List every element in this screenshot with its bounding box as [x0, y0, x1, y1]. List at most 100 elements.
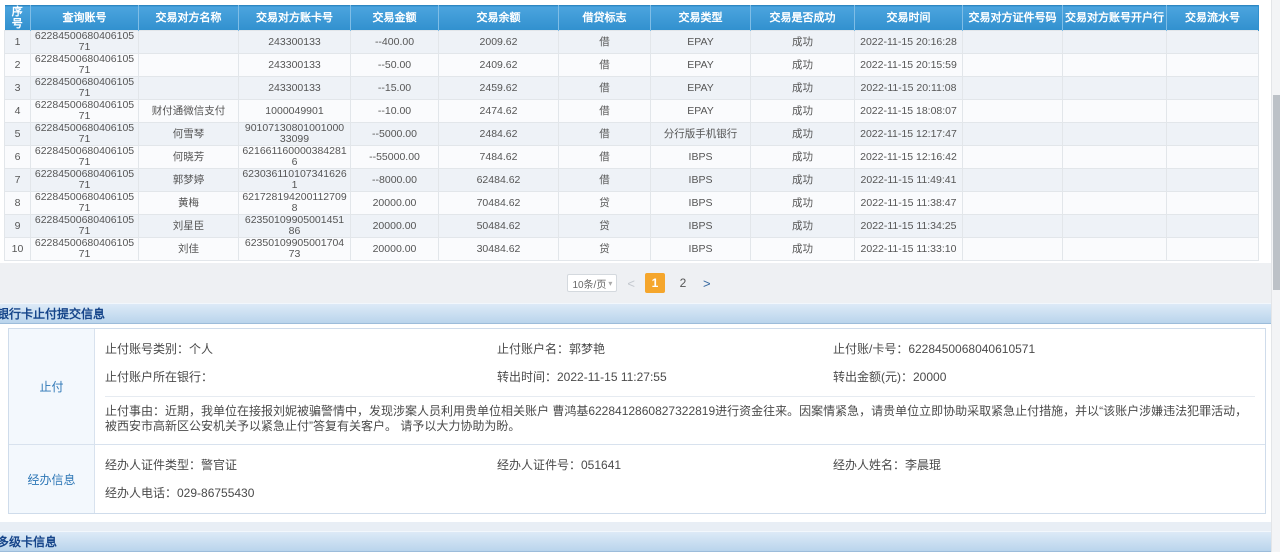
column-header: 交易类型 [651, 6, 751, 31]
table-row[interactable]: 16228450068040610571243300133--400.00200… [5, 31, 1259, 54]
table-cell: 贷 [559, 192, 651, 215]
group-label-stop-payment: 止付 [9, 329, 95, 444]
table-cell: 9 [5, 215, 31, 238]
multi-card-section-bar: 多级卡信息 [0, 531, 1280, 552]
table-cell: 黄梅 [139, 192, 239, 215]
pagination: 10条/页 ▾ < 1 2 > [0, 263, 1280, 303]
table-cell: 6228450068040610571 [31, 54, 139, 77]
table-cell: 7484.62 [439, 146, 559, 169]
table-cell: 2022-11-15 11:38:47 [855, 192, 963, 215]
table-cell [963, 146, 1063, 169]
column-header: 交易金额 [351, 6, 439, 31]
table-row[interactable]: 86228450068040610571黄梅621728194200112709… [5, 192, 1259, 215]
table-cell: 1 [5, 31, 31, 54]
column-header: 交易对方账号开户行 [1063, 6, 1167, 31]
column-header: 查询账号 [31, 6, 139, 31]
field-account-name: 止付账户名：郭梦艳 [497, 340, 833, 357]
table-cell: 2484.62 [439, 123, 559, 146]
table-cell: 243300133 [239, 31, 351, 54]
table-cell: 2022-11-15 20:11:08 [855, 77, 963, 100]
page-button-2[interactable]: 2 [673, 273, 693, 293]
table-row[interactable]: 26228450068040610571243300133--50.002409… [5, 54, 1259, 77]
section-divider [0, 522, 1280, 531]
table-cell: 4 [5, 100, 31, 123]
table-cell: 8 [5, 192, 31, 215]
table-cell: 何雪琴 [139, 123, 239, 146]
table-cell: 6228450068040610571 [31, 146, 139, 169]
table-cell: 2022-11-15 20:16:28 [855, 31, 963, 54]
table-cell: 2022-11-15 18:08:07 [855, 100, 963, 123]
page-size-select[interactable]: 10条/页 ▾ [567, 274, 617, 292]
table-cell [1167, 215, 1259, 238]
table-cell [1167, 31, 1259, 54]
table-cell: 成功 [751, 54, 855, 77]
table-cell: 2022-11-15 11:33:10 [855, 238, 963, 261]
table-cell: 2009.62 [439, 31, 559, 54]
table-cell [1063, 169, 1167, 192]
table-row[interactable]: 36228450068040610571243300133--15.002459… [5, 77, 1259, 100]
table-cell: 借 [559, 169, 651, 192]
table-cell [963, 192, 1063, 215]
table-cell: 借 [559, 146, 651, 169]
column-header: 交易时间 [855, 6, 963, 31]
field-transfer-time: 转出时间：2022-11-15 11:27:55 [497, 368, 833, 385]
page-button-1[interactable]: 1 [645, 273, 665, 293]
table-cell: 财付通微信支付 [139, 100, 239, 123]
stop-payment-section-bar: 银行卡止付提交信息 [0, 303, 1280, 324]
table-cell [1167, 238, 1259, 261]
table-cell [1167, 192, 1259, 215]
table-cell: 借 [559, 31, 651, 54]
table-cell: 借 [559, 77, 651, 100]
table-cell: 成功 [751, 77, 855, 100]
table-cell: 243300133 [239, 54, 351, 77]
table-row[interactable]: 46228450068040610571财付通微信支付1000049901--1… [5, 100, 1259, 123]
table-cell: IBPS [651, 215, 751, 238]
vertical-scrollbar[interactable] [1271, 0, 1280, 552]
table-cell [1167, 146, 1259, 169]
table-cell: IBPS [651, 169, 751, 192]
table-cell [1167, 123, 1259, 146]
table-cell [1063, 215, 1167, 238]
stop-payment-section-title: 银行卡止付提交信息 [0, 305, 105, 322]
table-row[interactable]: 96228450068040610571刘星臣62350109905001451… [5, 215, 1259, 238]
table-cell [139, 54, 239, 77]
table-cell: 刘佳 [139, 238, 239, 261]
table-cell: 借 [559, 100, 651, 123]
transactions-table: 序号查询账号交易对方名称交易对方账卡号交易金额交易余额借贷标志交易类型交易是否成… [4, 5, 1259, 261]
table-cell: 20000.00 [351, 238, 439, 261]
prev-page-button[interactable]: < [625, 276, 637, 291]
table-row[interactable]: 106228450068040610571刘佳62350109905001704… [5, 238, 1259, 261]
field-bank: 止付账户所在银行： [105, 368, 497, 385]
table-cell [963, 169, 1063, 192]
column-header: 交易对方证件号码 [963, 6, 1063, 31]
table-cell [1063, 100, 1167, 123]
table-cell [963, 123, 1063, 146]
next-page-button[interactable]: > [701, 276, 713, 291]
field-card-no: 止付账/卡号：6228450068040610571 [833, 340, 1255, 357]
table-cell [139, 77, 239, 100]
table-row[interactable]: 56228450068040610571何雪琴90107130801001000… [5, 123, 1259, 146]
table-cell [1167, 100, 1259, 123]
table-row[interactable]: 76228450068040610571郭梦婷62303611010734162… [5, 169, 1259, 192]
table-cell: 6228450068040610571 [31, 192, 139, 215]
table-cell: 借 [559, 123, 651, 146]
table-cell [139, 31, 239, 54]
table-cell: 贷 [559, 238, 651, 261]
table-cell: 何晓芳 [139, 146, 239, 169]
table-cell: IBPS [651, 146, 751, 169]
scrollbar-thumb[interactable] [1273, 95, 1280, 290]
table-cell: 2022-11-15 20:15:59 [855, 54, 963, 77]
column-header: 交易流水号 [1167, 6, 1259, 31]
table-row[interactable]: 66228450068040610571何晓芳62166116000038428… [5, 146, 1259, 169]
table-cell: 成功 [751, 100, 855, 123]
table-cell [1063, 77, 1167, 100]
table-cell: --8000.00 [351, 169, 439, 192]
table-cell: --55000.00 [351, 146, 439, 169]
table-cell: --5000.00 [351, 123, 439, 146]
table-cell: 6228450068040610571 [31, 123, 139, 146]
table-cell [963, 77, 1063, 100]
table-cell: 成功 [751, 146, 855, 169]
table-cell: 成功 [751, 31, 855, 54]
table-cell: 刘星臣 [139, 215, 239, 238]
table-cell: 6235010990500170473 [239, 238, 351, 261]
